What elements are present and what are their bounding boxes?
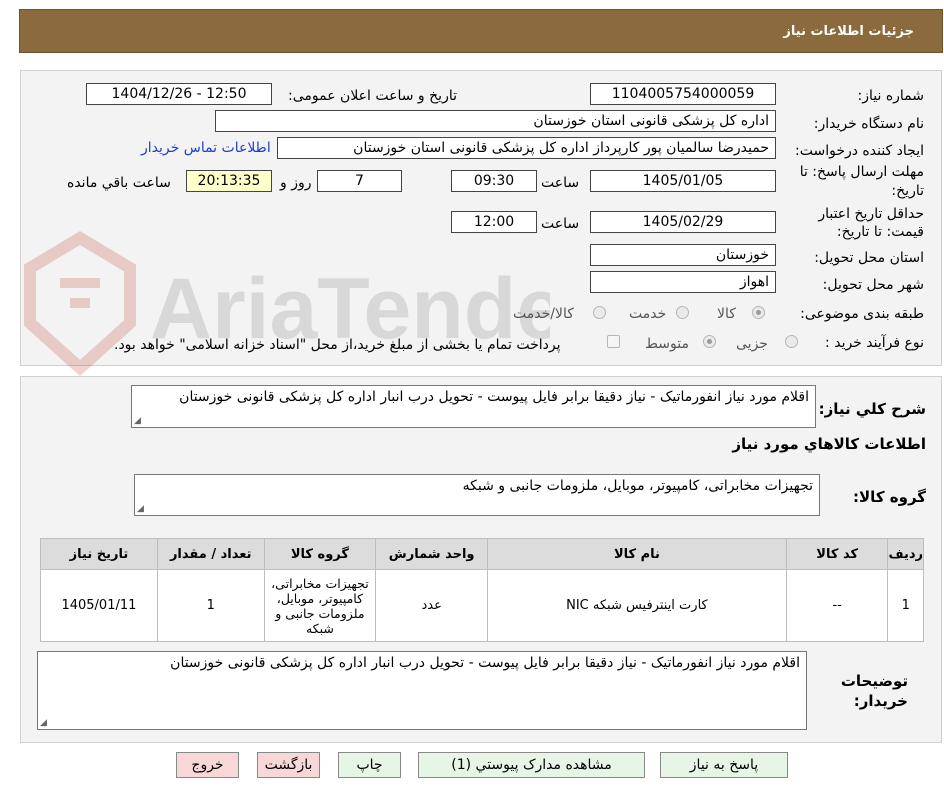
city-field: اهواز — [590, 271, 776, 293]
buyer-notes-label: توضیحات — [840, 672, 908, 690]
validity-time-label: ساعت — [541, 216, 580, 232]
cell-quantity: 1 — [156, 569, 265, 642]
cell-item-name: کارت اینترفیس شبکه NIC — [487, 569, 787, 642]
deadline-label: مهلت ارسال پاسخ: تا — [799, 164, 924, 180]
goods-table: رديف کد کالا نام کالا واحد شمارش گروه کا… — [40, 538, 924, 642]
category-radio-goods[interactable] — [752, 306, 765, 319]
city-label: شهر محل تحویل: — [822, 277, 924, 293]
watermark-logo: AriaTender.neT — [24, 231, 550, 377]
page-title: جزئيات اطلاعات نياز — [783, 24, 914, 39]
col-need-date: تاریخ نیاز — [40, 538, 158, 570]
category-radio-service[interactable] — [676, 306, 689, 319]
cell-goods-group: تجهیزات مخابراتی، کامپیوتر، موبایل، ملزو… — [263, 569, 377, 642]
treasury-payment-checkbox[interactable] — [607, 335, 620, 348]
process-radio-medium[interactable] — [703, 335, 716, 348]
announce-label: تاریخ و ساعت اعلان عمومی: — [288, 88, 457, 104]
days-label: روز و — [280, 175, 312, 191]
payment-note: پرداخت تمام یا بخشی از مبلغ خرید،از محل … — [114, 337, 561, 353]
page-header: جزئيات اطلاعات نياز — [19, 9, 943, 53]
col-unit: واحد شمارش — [375, 538, 488, 570]
goods-group-label: گروه کالا: — [853, 488, 926, 506]
buyer-contact-link[interactable]: اطلاعات تماس خریدار — [141, 140, 271, 156]
creator-field: حمیدرضا سالمیان پور کارپرداز اداره کل پز… — [277, 137, 776, 159]
validity-label: حداقل تاریخ اعتبار — [818, 206, 924, 222]
exit-button[interactable]: خروج — [176, 752, 239, 778]
resize-grip-icon[interactable]: ◢ — [134, 416, 141, 426]
need-number-field: 1104005754000059 — [590, 83, 776, 105]
resize-grip-icon[interactable]: ◢ — [40, 718, 47, 728]
province-label: استان محل تحویل: — [814, 250, 924, 266]
buyer-org-label: نام دستگاه خریدار: — [813, 116, 924, 132]
category-option-goods: کالا — [717, 306, 736, 322]
need-number-label: شماره نیاز: — [857, 88, 925, 104]
deadline-date-field: 1405/01/05 — [590, 170, 776, 192]
validity-date-field: 1405/02/29 — [590, 211, 776, 233]
province-field: خوزستان — [590, 244, 776, 266]
cell-item-code: -- — [785, 569, 889, 642]
process-option-minor: جزیی — [736, 336, 768, 352]
process-label: نوع فرآیند خرید : — [825, 335, 924, 351]
validity-label-2: قیمت: تا تاریخ: — [836, 224, 924, 240]
category-label: طبقه بندی موضوعی: — [800, 306, 924, 322]
category-option-service: خدمت — [629, 306, 667, 322]
process-option-medium: متوسط — [645, 336, 689, 352]
back-button[interactable]: بازگشت — [257, 752, 320, 778]
process-radio-minor[interactable] — [785, 335, 798, 348]
description-field: اقلام مورد نیاز انفورماتیک - نیاز دقیقا … — [131, 385, 816, 428]
buyer-notes-label-2: خریدار: — [853, 692, 908, 710]
description-label: شرح کلي نياز: — [818, 400, 926, 418]
validity-time-field: 12:00 — [451, 211, 537, 233]
category-radio-both[interactable] — [593, 306, 606, 319]
resize-grip-icon[interactable]: ◢ — [137, 504, 144, 514]
reply-button[interactable]: پاسخ به نياز — [660, 752, 788, 778]
goods-info-title: اطلاعات کالاهاي مورد نياز — [732, 435, 926, 453]
days-field: 7 — [317, 170, 402, 192]
deadline-time-field: 09:30 — [451, 170, 537, 192]
buyer-notes-field: اقلام مورد نیاز انفورماتیک - نیاز دقیقا … — [37, 651, 807, 730]
category-option-both: کالا/خدمت — [513, 306, 574, 322]
col-item-name: نام کالا — [487, 538, 787, 570]
col-row-number: رديف — [887, 538, 924, 570]
cell-unit: عدد — [375, 569, 488, 642]
print-button[interactable]: چاپ — [338, 752, 401, 778]
deadline-time-label: ساعت — [541, 175, 580, 191]
col-goods-group: گروه کالا — [263, 538, 377, 570]
remaining-time-field: 20:13:35 — [186, 170, 272, 192]
announce-field: 1404/12/26 - 12:50 — [86, 83, 272, 105]
deadline-label-2: تاریخ: — [891, 183, 924, 199]
goods-group-field: تجهیزات مخابراتی، کامپیوتر، موبایل، ملزو… — [134, 474, 820, 516]
col-quantity: تعداد / مقدار — [156, 538, 265, 570]
col-item-code: کد کالا — [785, 538, 889, 570]
remaining-label: ساعت باقي مانده — [67, 175, 171, 191]
buyer-org-field: اداره کل پزشکی قانونی استان خوزستان — [215, 110, 776, 132]
cell-row-number: 1 — [887, 569, 924, 642]
creator-label: ایجاد کننده درخواست: — [795, 143, 924, 159]
cell-need-date: 1405/01/11 — [40, 569, 158, 642]
goods-table-header: رديف کد کالا نام کالا واحد شمارش گروه کا… — [40, 538, 924, 570]
view-attachments-button[interactable]: مشاهده مدارک پيوستي (1) — [418, 752, 645, 778]
table-row: 1 -- کارت اینترفیس شبکه NIC عدد تجهیزات … — [40, 569, 924, 642]
